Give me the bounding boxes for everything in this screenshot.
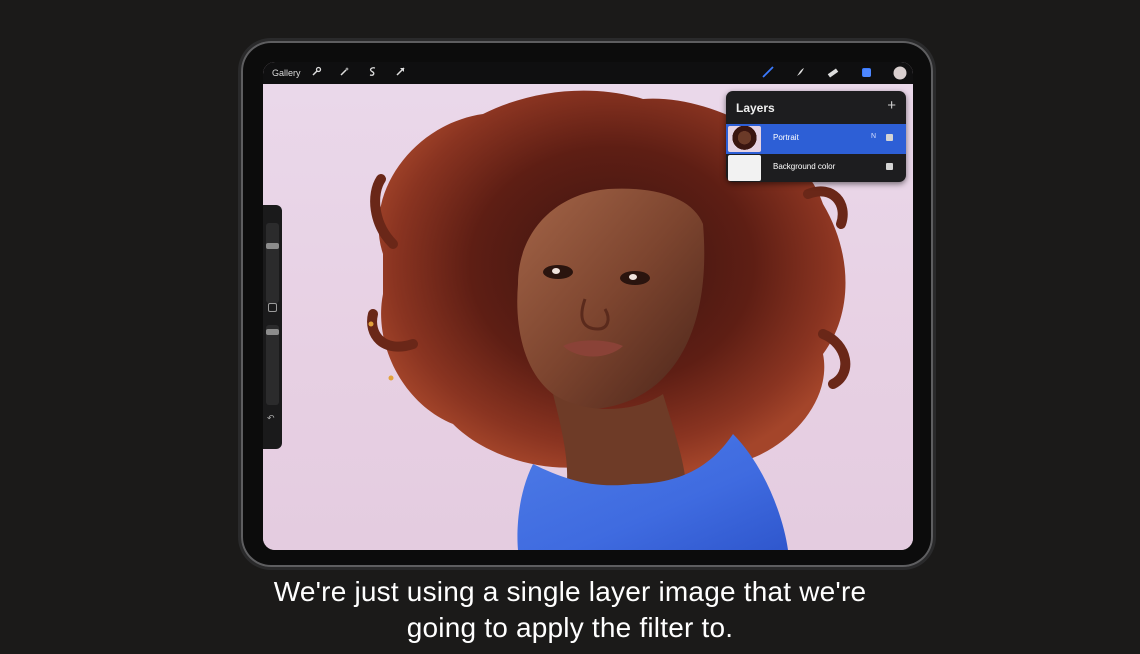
layers-icon[interactable] xyxy=(859,66,873,80)
opacity-knob[interactable] xyxy=(266,329,279,335)
layer-row-portrait[interactable]: Portrait N xyxy=(726,124,906,154)
brush-size-knob[interactable] xyxy=(266,243,279,249)
blend-mode-button[interactable]: N xyxy=(871,133,876,140)
layer-row-background-color[interactable]: Background color xyxy=(726,153,906,183)
visibility-checkbox[interactable] xyxy=(886,134,893,141)
add-layer-button[interactable]: + xyxy=(887,97,896,114)
layer-name: Portrait xyxy=(773,133,799,142)
layers-title: Layers xyxy=(736,101,775,115)
wrench-icon[interactable] xyxy=(309,66,323,80)
brush-icon[interactable] xyxy=(761,66,775,80)
undo-icon[interactable]: ↶ xyxy=(267,413,275,424)
magic-wand-icon[interactable] xyxy=(337,66,351,80)
brush-size-slider[interactable] xyxy=(266,223,279,303)
smudge-icon[interactable] xyxy=(793,66,807,80)
gallery-button[interactable]: Gallery xyxy=(272,68,301,78)
caption-line: going to apply the filter to. xyxy=(406,612,734,643)
layer-name: Background color xyxy=(773,162,836,171)
arrow-transform-icon[interactable] xyxy=(393,66,407,80)
left-sidebar: ↶ xyxy=(263,205,282,449)
top-toolbar: Gallery xyxy=(263,62,913,84)
subtitle-captions: We're just using a single layer image th… xyxy=(0,574,1140,646)
opacity-slider[interactable] xyxy=(266,325,279,405)
color-swatch[interactable] xyxy=(893,66,907,80)
visibility-checkbox[interactable] xyxy=(886,163,893,170)
caption-line: We're just using a single layer image th… xyxy=(273,576,867,607)
layers-panel: Layers + Portrait N Background color xyxy=(726,91,906,182)
selection-s-icon[interactable] xyxy=(365,66,379,80)
layer-thumbnail xyxy=(728,126,761,152)
eraser-icon[interactable] xyxy=(826,66,840,80)
layer-thumbnail xyxy=(728,155,761,181)
modify-button[interactable] xyxy=(268,303,277,312)
